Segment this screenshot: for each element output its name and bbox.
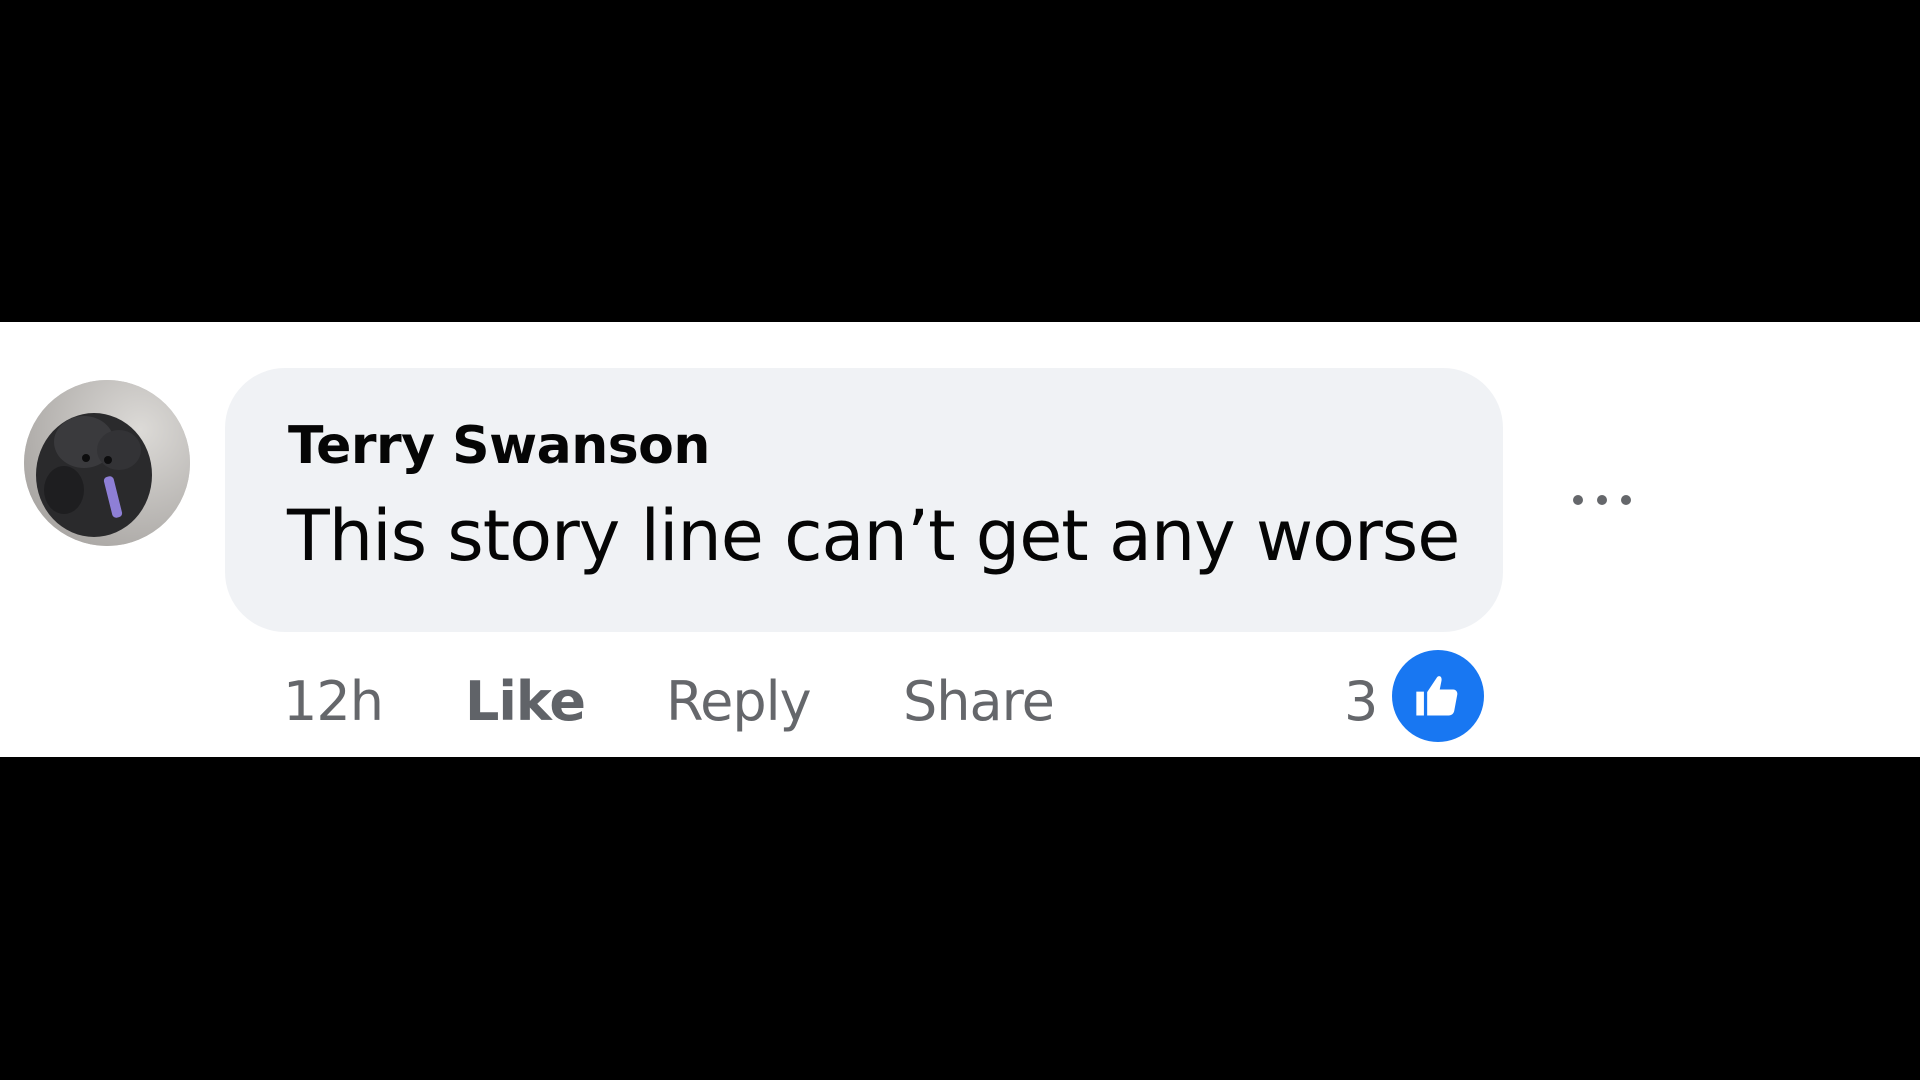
comment-bubble: Terry Swanson This story line can’t get …: [225, 368, 1503, 632]
reply-button[interactable]: Reply: [666, 666, 812, 738]
share-button[interactable]: Share: [903, 666, 1055, 738]
more-options-button[interactable]: [1562, 470, 1642, 530]
avatar-photo: [24, 380, 190, 546]
comment-text: This story line can’t get any worse: [287, 495, 1460, 577]
comment-timestamp[interactable]: 12h: [283, 666, 384, 738]
reaction-count: 3: [1344, 670, 1379, 733]
like-reaction-badge: [1392, 650, 1484, 742]
more-options-icon: [1573, 495, 1631, 505]
comment-author[interactable]: Terry Swanson: [288, 420, 710, 472]
like-button[interactable]: Like: [465, 666, 586, 738]
screenshot-stage: Terry Swanson This story line can’t get …: [0, 0, 1920, 1080]
thumbs-up-icon: [1416, 676, 1458, 716]
avatar[interactable]: [24, 380, 190, 546]
